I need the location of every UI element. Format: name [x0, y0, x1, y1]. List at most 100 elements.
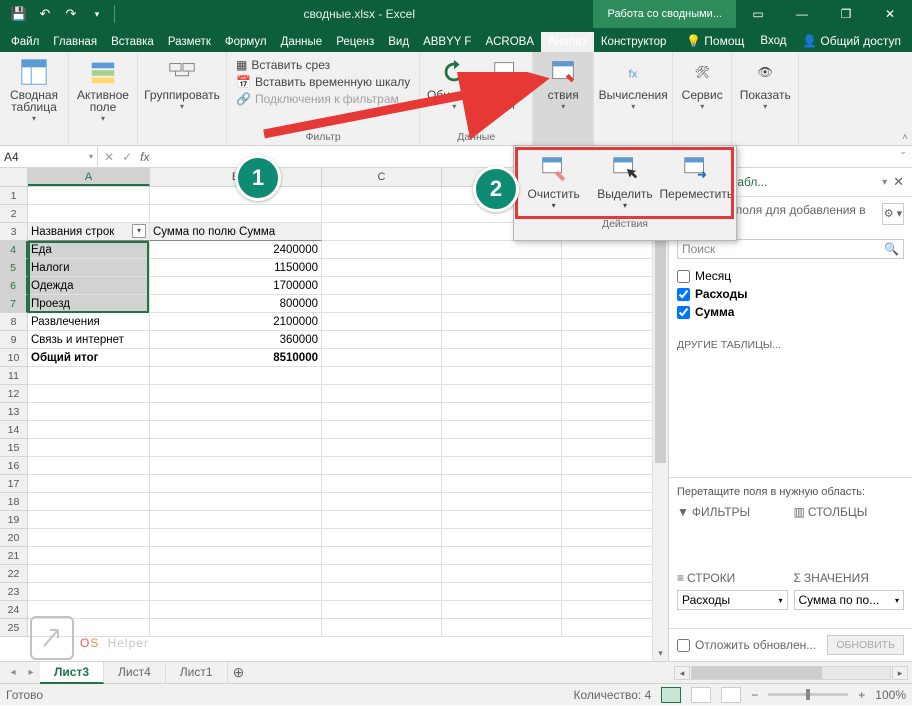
redo-icon[interactable]: ↷ — [60, 3, 82, 25]
cell[interactable] — [322, 187, 442, 205]
cell[interactable] — [562, 529, 654, 547]
tab-formulas[interactable]: Формул — [218, 32, 274, 52]
cell[interactable] — [562, 241, 654, 259]
update-button[interactable]: ОБНОВИТЬ — [827, 635, 904, 655]
insert-slicer-button[interactable]: ▦Вставить срез — [232, 57, 414, 73]
cell[interactable]: Развлечения — [28, 313, 150, 331]
cell[interactable] — [562, 367, 654, 385]
cell[interactable] — [562, 511, 654, 529]
cell[interactable] — [322, 367, 442, 385]
tab-acrobat[interactable]: ACROBA — [478, 32, 541, 52]
row-header[interactable]: 5 — [0, 259, 28, 277]
row-header[interactable]: 24 — [0, 601, 28, 619]
refresh-button[interactable]: Обновить▾ — [425, 55, 483, 115]
cell[interactable] — [562, 295, 654, 313]
row-header[interactable]: 16 — [0, 457, 28, 475]
gear-icon[interactable]: ⚙ ▾ — [882, 203, 904, 225]
row-header[interactable]: 4 — [0, 241, 28, 259]
cell[interactable] — [562, 349, 654, 367]
row-header[interactable]: 22 — [0, 565, 28, 583]
zone-values[interactable]: ΣЗНАЧЕНИЯСумма по по...▾ — [794, 568, 905, 628]
cell[interactable] — [562, 439, 654, 457]
tab-abbyy[interactable]: ABBYY F — [416, 32, 478, 52]
cell[interactable] — [442, 457, 562, 475]
cell[interactable] — [562, 331, 654, 349]
cell[interactable] — [442, 421, 562, 439]
row-header[interactable]: 8 — [0, 313, 28, 331]
row-header[interactable]: 13 — [0, 403, 28, 421]
cell[interactable] — [442, 439, 562, 457]
cell[interactable] — [442, 313, 562, 331]
row-header[interactable]: 19 — [0, 511, 28, 529]
cell[interactable] — [442, 565, 562, 583]
cell[interactable] — [150, 439, 322, 457]
cell[interactable] — [150, 475, 322, 493]
cell[interactable] — [322, 565, 442, 583]
view-normal-icon[interactable] — [661, 687, 681, 703]
cell[interactable] — [322, 259, 442, 277]
zone-columns[interactable]: ▥СТОЛБЦЫ — [794, 502, 905, 562]
sheet-nav-next-icon[interactable]: ▸ — [22, 667, 40, 678]
cell[interactable] — [150, 601, 322, 619]
filter-dropdown-icon[interactable]: ▾ — [132, 224, 146, 238]
zone-item-values[interactable]: Сумма по по...▾ — [794, 590, 905, 610]
cell[interactable] — [442, 385, 562, 403]
cell[interactable] — [322, 439, 442, 457]
tab-file[interactable]: Файл — [4, 32, 46, 52]
cell[interactable] — [28, 475, 150, 493]
cell[interactable] — [322, 349, 442, 367]
cell[interactable] — [562, 421, 654, 439]
cell[interactable] — [150, 421, 322, 439]
cell[interactable] — [442, 475, 562, 493]
row-header[interactable]: 25 — [0, 619, 28, 637]
group-button[interactable]: Группировать▾ — [143, 55, 221, 115]
cell[interactable] — [442, 529, 562, 547]
cell[interactable]: Названия строк▾ — [28, 223, 150, 241]
cell[interactable] — [562, 403, 654, 421]
zoom-out-icon[interactable]: − — [751, 688, 758, 702]
pivot-table-button[interactable]: Сводная таблица▾ — [5, 55, 63, 127]
cell[interactable] — [322, 277, 442, 295]
cell[interactable] — [28, 421, 150, 439]
cell[interactable] — [150, 385, 322, 403]
cell[interactable] — [562, 385, 654, 403]
actions-button[interactable]: ствия▾ — [538, 55, 588, 115]
cell[interactable] — [150, 493, 322, 511]
col-header[interactable]: A — [28, 168, 150, 186]
cell[interactable] — [150, 583, 322, 601]
cell[interactable] — [150, 547, 322, 565]
add-sheet-icon[interactable]: ⊕ — [228, 664, 250, 681]
sheet-tab[interactable]: Лист1 — [166, 662, 228, 684]
cell[interactable]: Проезд — [28, 295, 150, 313]
cell[interactable] — [28, 439, 150, 457]
row-header[interactable]: 15 — [0, 439, 28, 457]
tab-review[interactable]: Реценз — [329, 32, 381, 52]
col-header[interactable]: C — [322, 168, 442, 186]
tab-insert[interactable]: Вставка — [104, 32, 161, 52]
tools-button[interactable]: 🛠Сервис▾ — [678, 55, 726, 115]
other-tables-link[interactable]: ДРУГИЕ ТАБЛИЦЫ... — [677, 333, 904, 357]
qat-customize-icon[interactable]: ▾ — [86, 3, 108, 25]
row-header[interactable]: 2 — [0, 205, 28, 223]
cell[interactable] — [150, 457, 322, 475]
tab-layout[interactable]: Разметк — [161, 32, 218, 52]
sign-in[interactable]: Вход — [753, 31, 793, 51]
cell[interactable] — [562, 277, 654, 295]
cell[interactable] — [28, 367, 150, 385]
cell[interactable] — [28, 187, 150, 205]
cell[interactable] — [28, 493, 150, 511]
cell[interactable] — [442, 511, 562, 529]
undo-icon[interactable]: ↶ — [34, 3, 56, 25]
cell[interactable] — [322, 421, 442, 439]
maximize-icon[interactable]: ❐ — [824, 0, 868, 28]
cell[interactable]: 2100000 — [150, 313, 322, 331]
select-button[interactable]: Выделить▾ — [591, 152, 659, 212]
data-source-button[interactable]: Ист дан — [485, 55, 527, 115]
cell[interactable] — [442, 493, 562, 511]
insert-timeline-button[interactable]: 📅Вставить временную шкалу — [232, 74, 414, 90]
zoom-in-icon[interactable]: + — [858, 688, 865, 702]
cell[interactable] — [322, 403, 442, 421]
cell[interactable] — [562, 583, 654, 601]
zone-filters[interactable]: ▼ФИЛЬТРЫ — [677, 502, 788, 562]
share-button[interactable]: 👤Общий доступ — [795, 30, 908, 52]
